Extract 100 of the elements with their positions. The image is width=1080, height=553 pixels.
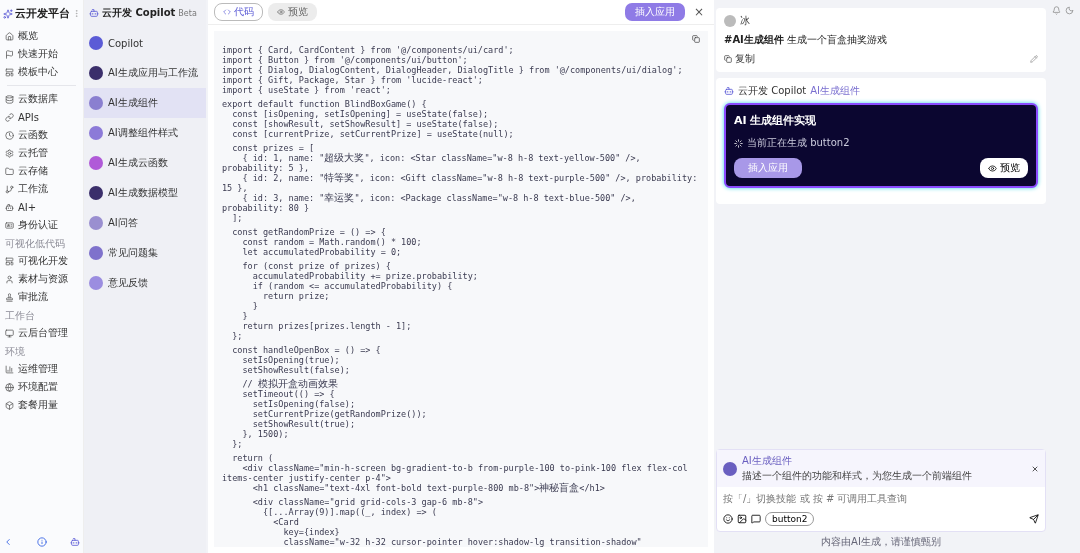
- nav-item[interactable]: 快速开始: [3, 45, 80, 63]
- card-title: AI 生成组件实现: [734, 113, 818, 128]
- code-line: import { Gift, Package, Star } from 'lucide-react';: [222, 75, 484, 85]
- more-icon[interactable]: [72, 9, 81, 18]
- skill-item[interactable]: AI生成云函数: [84, 148, 206, 178]
- edit-icon[interactable]: [1030, 55, 1038, 63]
- image-icon[interactable]: [737, 514, 747, 524]
- skill-label: AI生成组件: [810, 84, 861, 98]
- nav-item[interactable]: 云存储: [3, 162, 80, 180]
- nav-item[interactable]: 云函数: [3, 126, 80, 144]
- nav-item[interactable]: 模板中心: [3, 63, 80, 81]
- code-line: key={index}: [282, 527, 341, 537]
- nav-item[interactable]: APIs: [3, 108, 80, 126]
- code-line: <div className="min-h-screen bg-gradient-to-b from-purple-100 to-pink-100 flex flex-col items-center justify-center p-4">: [222, 463, 689, 483]
- nav-item[interactable]: 运维管理: [3, 360, 80, 378]
- code-line: setTimeout(() => {: [241, 389, 336, 399]
- nav-item[interactable]: AI+: [3, 198, 80, 216]
- bot-name: 云开发 Copilot: [738, 84, 807, 98]
- branch-icon: [5, 184, 14, 194]
- robot-icon: [724, 86, 734, 96]
- nav-item[interactable]: 身份认证: [3, 216, 80, 234]
- status-text: 当前正在生成 button2: [747, 136, 850, 150]
- skill-item[interactable]: AI生成组件: [84, 88, 206, 118]
- code-line: export default function BlindBoxGame() {: [222, 99, 428, 109]
- flag-icon: [5, 49, 14, 59]
- gear-icon: [5, 148, 14, 158]
- robot-icon: [89, 8, 99, 18]
- nav-item[interactable]: 审批流: [3, 288, 80, 306]
- skill-item[interactable]: AI问答: [84, 208, 206, 238]
- nav-item[interactable]: 云后台管理: [3, 324, 80, 342]
- code-line: { id: 3, name: "幸运奖", icon: <Package className="w-8 h-8 text-blue-500" />, probability: 80 }: [222, 193, 637, 213]
- code-line: ];: [231, 213, 244, 223]
- nav-item[interactable]: 可视化开发: [3, 252, 80, 270]
- nav-item[interactable]: 云托管: [3, 144, 80, 162]
- home-icon: [5, 31, 14, 41]
- message-icon[interactable]: [751, 514, 761, 524]
- globe-icon: [5, 382, 14, 392]
- panel-tab[interactable]: 代码: [214, 3, 263, 21]
- send-icon[interactable]: [1029, 514, 1039, 524]
- nav-item[interactable]: 素材与资源: [3, 270, 80, 288]
- code-line: const [isOpening, setIsOpening] = useState(false);: [231, 109, 490, 119]
- code-line: setIsOpening(false);: [251, 399, 357, 409]
- code-icon: [223, 8, 231, 16]
- skill-item[interactable]: Copilot: [84, 28, 206, 58]
- code-line: const [showResult, setShowResult] = useState(false);: [231, 119, 500, 129]
- chat-composer[interactable]: AI生成组件 描述一个组件的功能和样式，为您生成一个前端组件 按「/」切换技能 或 按 # 可调用工具查询 button2: [716, 449, 1046, 532]
- nav-item[interactable]: 工作流: [3, 180, 80, 198]
- folder-icon: [5, 166, 14, 176]
- section-heading: 环境: [4, 345, 26, 359]
- nav-item[interactable]: 环境配置: [3, 378, 80, 396]
- code-line: import { Dialog, DialogContent, DialogHeader, DialogTitle } from '@/components/ui/dialog';: [222, 65, 684, 75]
- copy-icon[interactable]: [692, 35, 700, 43]
- section-heading: 可视化低代码: [4, 237, 66, 251]
- code-line: { id: 1, name: "超级大奖", icon: <Star className="w-8 h-8 text-yellow-500" />, probability: 5 },: [222, 153, 642, 173]
- code-line: setCurrentPrize(getRandomPrize());: [251, 409, 428, 419]
- code-line: const getRandomPrize = () => {: [231, 227, 387, 237]
- close-icon[interactable]: [1031, 464, 1039, 473]
- nav-item[interactable]: 概览: [3, 27, 80, 45]
- code-line: <div className="grid grid-cols-3 gap-6 mb-8">: [251, 497, 484, 507]
- bell-icon[interactable]: [1052, 6, 1061, 15]
- nav-item[interactable]: 套餐用量: [3, 396, 80, 414]
- bar-chart-icon: [5, 364, 14, 374]
- code-line: const random = Math.random() * 100;: [241, 237, 423, 247]
- code-line: return (: [231, 453, 275, 463]
- code-line: { id: 2, name: "特等奖", icon: <Gift className="w-8 h-8 text-purple-500" />, probability: 15 },: [222, 173, 699, 193]
- user-icon: [5, 274, 14, 284]
- eye-icon: [277, 8, 285, 16]
- avatar: [724, 15, 736, 27]
- code-line: setShowResult(true);: [251, 419, 357, 429]
- code-line: {[...Array(9)].map((_, index) => (: [261, 507, 438, 517]
- preview-button[interactable]: 预览: [980, 158, 1028, 178]
- clock-icon: [5, 130, 14, 140]
- code-line: className="w-32 h-32 cursor-pointer hover:shadow-lg transition-shadow": [282, 537, 643, 547]
- panel-tab[interactable]: 预览: [268, 3, 317, 21]
- nav-item[interactable]: 云数据库: [3, 90, 80, 108]
- robot-icon: [5, 202, 14, 212]
- eye-icon: [988, 163, 997, 173]
- monitor-icon: [5, 328, 14, 338]
- code-line: const prizes = [: [231, 143, 316, 153]
- skill-item[interactable]: AI调整组件样式: [84, 118, 206, 148]
- robot-icon[interactable]: [70, 537, 80, 547]
- skill-item[interactable]: 常见问题集: [84, 238, 206, 268]
- code-line: let accumulatedProbability = 0;: [241, 247, 403, 257]
- stamp-icon: [5, 292, 14, 302]
- copilot-title: 云开发 Copilot: [102, 6, 176, 20]
- close-button[interactable]: ×: [693, 5, 704, 19]
- moon-icon[interactable]: [1065, 6, 1074, 15]
- skill-item[interactable]: AI生成应用与工作流: [84, 58, 206, 88]
- smile-icon[interactable]: [723, 514, 733, 524]
- code-line: const [currentPrize, setCurrentPrize] = useState(null);: [231, 129, 515, 139]
- code-line: for (const prize of prizes) {: [241, 261, 392, 271]
- skill-item[interactable]: AI生成数据模型: [84, 178, 206, 208]
- layout-icon: [5, 67, 14, 77]
- user-name: 冰: [740, 14, 750, 28]
- info-icon[interactable]: [36, 537, 47, 547]
- copy-button[interactable]: 复制: [724, 52, 755, 66]
- beta-label: Beta: [178, 8, 197, 18]
- code-line: };: [231, 331, 244, 341]
- skill-item[interactable]: 意见反馈: [84, 268, 206, 298]
- code-line: setIsOpening(true);: [241, 355, 341, 365]
